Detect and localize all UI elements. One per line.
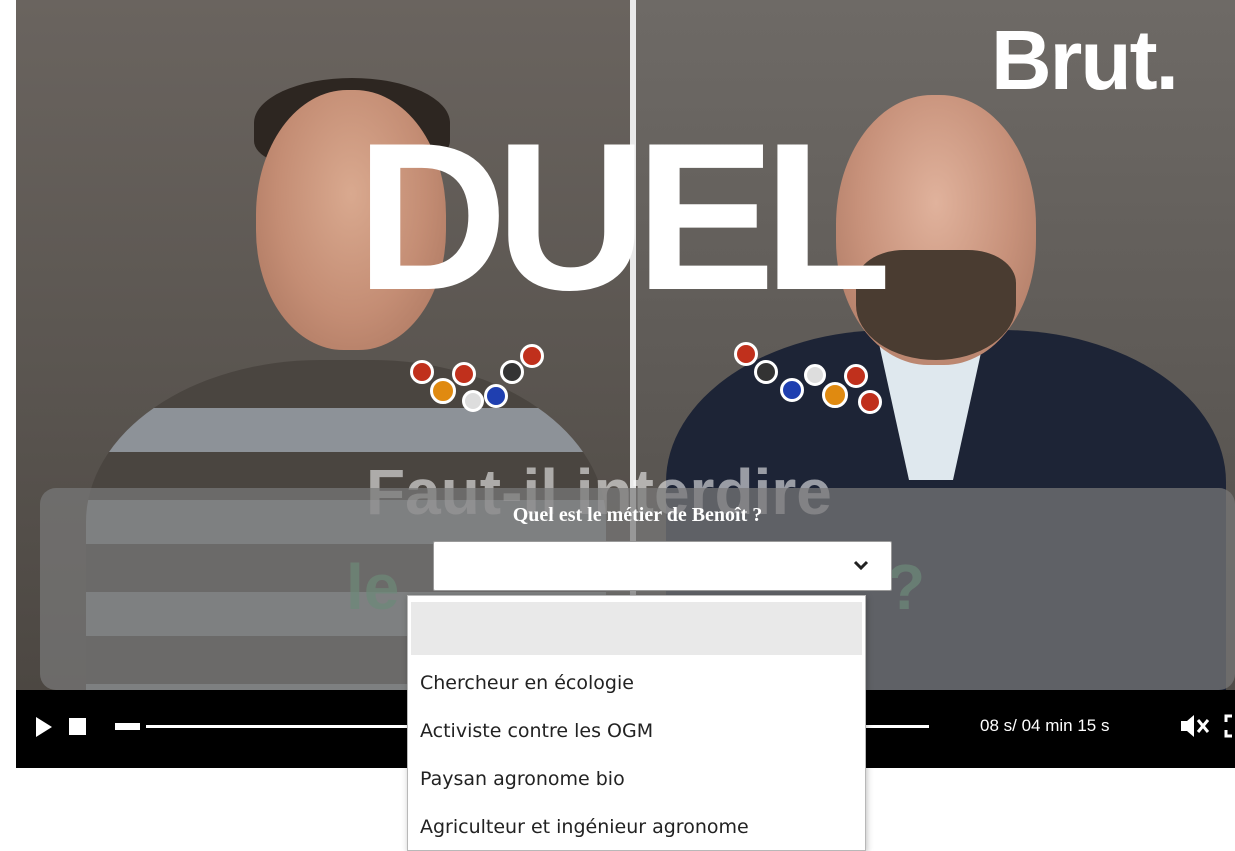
brand-logo: Brut. [991,13,1179,107]
stop-icon[interactable] [69,718,86,735]
answer-option-empty[interactable] [411,602,862,655]
play-icon[interactable] [36,717,52,737]
answer-dropdown-list: Chercheur en écologie Activiste contre l… [407,595,866,851]
video-title-overlay: DUEL [356,99,892,334]
volume-muted-icon[interactable] [1179,712,1210,740]
answer-option[interactable]: Activiste contre les OGM [408,707,865,755]
answer-option[interactable]: Agriculteur et ingénieur agronome [408,803,865,851]
progress-fill [115,723,140,730]
chevron-down-icon [853,555,869,575]
quiz-question: Quel est le métier de Benoît ? [512,504,763,526]
progress-handle[interactable] [140,722,146,731]
answer-option[interactable]: Chercheur en écologie [408,659,865,707]
molecule-graphic-left [400,340,550,420]
fullscreen-icon[interactable] [1224,714,1235,738]
answer-options: Chercheur en écologie Activiste contre l… [408,602,865,851]
molecule-graphic-right [728,338,888,418]
answer-option[interactable]: Paysan agronome bio [408,755,865,803]
video-frame[interactable]: Brut. DUEL Faut-il interdire le ? Quel e… [16,0,1235,690]
answer-select[interactable] [433,541,892,591]
time-readout: 08 s/ 04 min 15 s [980,716,1110,735]
